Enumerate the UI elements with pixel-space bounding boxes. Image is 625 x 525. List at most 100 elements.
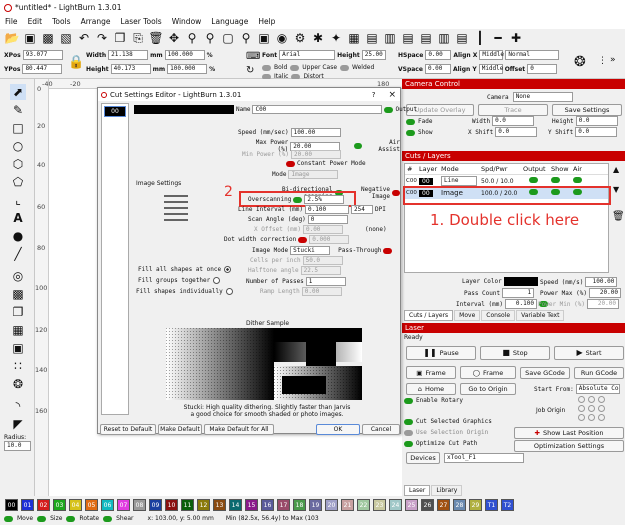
mirror-icon[interactable]: ⌨	[246, 51, 260, 62]
center-icon[interactable]: ✚	[508, 30, 524, 46]
xpos-input[interactable]: 93.077	[22, 50, 63, 60]
bold-toggle[interactable]	[262, 64, 271, 71]
tab-laser[interactable]: Laser	[404, 485, 431, 496]
palette-swatch-00[interactable]: 00	[5, 498, 18, 511]
min-power-input[interactable]: 20.00	[290, 150, 341, 159]
tab-variable-text[interactable]: Variable Text	[516, 310, 565, 321]
palette-swatch-04[interactable]: 04	[69, 498, 82, 511]
camera-xshift-input[interactable]: 0.0	[495, 127, 538, 137]
hspace-input[interactable]: 0.00	[425, 50, 452, 60]
zoom-page-icon[interactable]: ▢	[220, 30, 236, 46]
passes-input[interactable]: 1	[305, 277, 346, 286]
camera-select[interactable]: None	[512, 92, 573, 102]
devices-button[interactable]: Devices	[406, 452, 440, 464]
tab-library[interactable]: Library	[431, 485, 463, 496]
palette-swatch-t2[interactable]: T2	[501, 498, 514, 511]
ungroup-icon[interactable]: ❐	[10, 304, 26, 320]
move-icon[interactable]: ✥	[166, 30, 182, 46]
upper-case-toggle[interactable]	[290, 64, 300, 71]
mode-select[interactable]: Line	[441, 176, 477, 186]
camera-height-input[interactable]: 0.0	[575, 116, 618, 126]
reset-to-default-button[interactable]: Reset to Default	[100, 424, 156, 435]
save-icon[interactable]: ▣	[22, 30, 38, 46]
start-from-select[interactable]: Absolute Coords	[575, 384, 620, 394]
name-input[interactable]: C00	[252, 105, 383, 114]
make-default-all-button[interactable]: Make Default for All	[204, 424, 274, 435]
palette-swatch-02[interactable]: 02	[37, 498, 50, 511]
scan-angle-input[interactable]: 0	[307, 215, 348, 224]
select-arrow-icon[interactable]: ⬈	[10, 84, 26, 100]
go-to-origin-button[interactable]: Go to Origin	[460, 383, 516, 395]
align-left-icon[interactable]: ▤	[364, 30, 380, 46]
offset-input[interactable]: 0	[527, 64, 558, 74]
move-up-icon[interactable]: ▲	[613, 165, 619, 174]
palette-swatch-27[interactable]: 27	[437, 498, 450, 511]
fill-individually-radio[interactable]	[225, 288, 233, 295]
make-default-button[interactable]: Make Default	[158, 424, 202, 435]
palette-swatch-24[interactable]: 24	[389, 498, 402, 511]
move-down-icon[interactable]: ▼	[613, 185, 619, 194]
palette-swatch-19[interactable]: 19	[309, 498, 322, 511]
menu-language[interactable]: Language	[206, 15, 253, 29]
ok-button[interactable]: OK	[316, 424, 360, 435]
show-toggle[interactable]	[551, 177, 560, 183]
camera-icon[interactable]: ◉	[274, 30, 290, 46]
ramp-length-input[interactable]: 0.00	[301, 287, 342, 296]
tab-cuts-layers[interactable]: Cuts / Layers	[404, 310, 454, 321]
palette-swatch-09[interactable]: 09	[149, 498, 162, 511]
cancel-button[interactable]: Cancel	[362, 424, 400, 435]
delete-layer-icon[interactable]: 🗑	[612, 211, 625, 222]
wand-icon[interactable]: ✦	[328, 30, 344, 46]
node-edit-icon[interactable]: ◤	[10, 416, 26, 432]
constant-power-toggle[interactable]	[286, 160, 295, 167]
delete-icon[interactable]: 🗑	[148, 30, 164, 46]
palette-swatch-28[interactable]: 28	[453, 498, 466, 511]
camera-width-input[interactable]: 0.0	[492, 116, 535, 126]
pass-through-toggle[interactable]	[383, 247, 393, 254]
alignx-select[interactable]: Middle	[479, 50, 504, 60]
job-origin-grid[interactable]	[578, 396, 608, 426]
trace-button[interactable]: Trace	[478, 104, 548, 116]
machine-icon[interactable]: ❂	[574, 54, 586, 70]
tab-console[interactable]: Console	[481, 310, 516, 321]
menu-tools[interactable]: Tools	[47, 15, 75, 29]
palette-swatch-05[interactable]: 05	[85, 498, 98, 511]
palette-swatch-17[interactable]: 17	[277, 498, 290, 511]
frame-button[interactable]: ▣ Frame	[406, 366, 456, 379]
tab-move[interactable]: Move	[454, 310, 481, 321]
settings-gear-icon[interactable]: ⚙	[292, 30, 308, 46]
output-toggle[interactable]	[384, 106, 394, 113]
distribute-h-icon[interactable]: ┃	[472, 30, 488, 46]
camera-save-settings-button[interactable]: Save Settings	[552, 104, 622, 116]
octagon-icon[interactable]: ⬠	[10, 174, 26, 190]
menu-arrange[interactable]: Arrange	[76, 15, 116, 29]
save-gcode-button[interactable]: Save GCode	[520, 367, 570, 379]
power-max-input[interactable]: 20.00	[588, 288, 621, 298]
fill-groups-radio[interactable]	[213, 277, 221, 284]
measure-icon[interactable]: ╱	[10, 246, 26, 262]
palette-swatch-22[interactable]: 22	[357, 498, 370, 511]
palette-swatch-18[interactable]: 18	[293, 498, 306, 511]
size-toggle[interactable]	[37, 516, 47, 522]
output-toggle[interactable]	[529, 177, 538, 183]
circular-array-icon[interactable]: ❂	[10, 376, 26, 392]
power-min-input[interactable]: 20.00	[586, 299, 619, 309]
help-button[interactable]: ?	[372, 91, 376, 99]
undo-icon[interactable]: ↶	[76, 30, 92, 46]
palette-swatch-16[interactable]: 16	[261, 498, 274, 511]
palette-swatch-03[interactable]: 03	[53, 498, 66, 511]
distribute-v-icon[interactable]: ━	[490, 30, 506, 46]
width-pct-input[interactable]: 100.000	[164, 50, 205, 60]
halftone-angle-input[interactable]: 22.5	[300, 266, 341, 275]
weld-icon[interactable]: ▦	[10, 322, 26, 338]
more-icon[interactable]: ⋮	[598, 56, 607, 66]
group-icon[interactable]: ▩	[10, 286, 26, 302]
copy-icon[interactable]: ❐	[112, 30, 128, 46]
palette-swatch-07[interactable]: 07	[117, 498, 130, 511]
rotate-toggle[interactable]	[66, 516, 76, 522]
optimize-toggle[interactable]	[404, 440, 413, 447]
palette-swatch-06[interactable]: 06	[101, 498, 114, 511]
palette-swatch-13[interactable]: 13	[213, 498, 226, 511]
palette-swatch-29[interactable]: 29	[469, 498, 482, 511]
cells-per-inch-input[interactable]: 50.0	[302, 256, 343, 265]
